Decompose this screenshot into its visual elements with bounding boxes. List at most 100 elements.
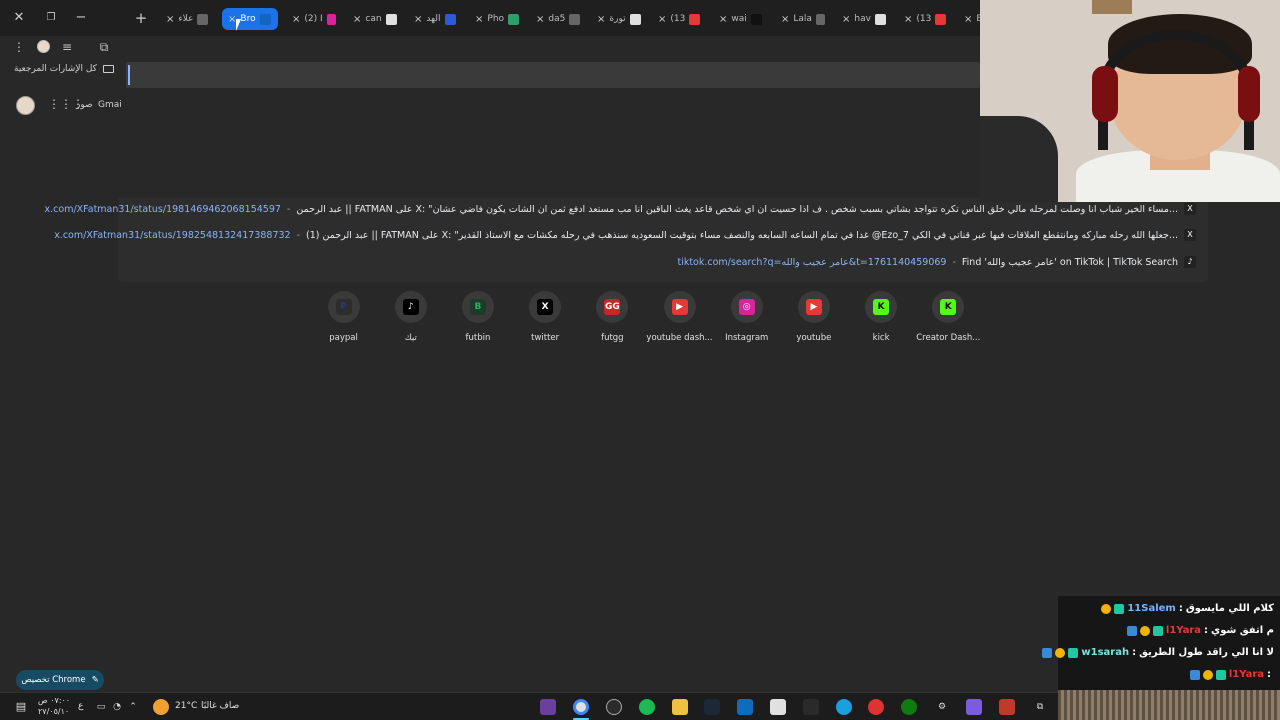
- browser-tab[interactable]: × (13: [898, 8, 954, 30]
- tab-close-icon[interactable]: ×: [904, 14, 912, 25]
- restore-window-button[interactable]: ❐: [40, 8, 62, 28]
- language-indicator[interactable]: ع: [78, 701, 83, 711]
- browser-tab[interactable]: × (2) I: [286, 8, 342, 30]
- network-icon[interactable]: ◔: [109, 699, 125, 715]
- shortcut-tile[interactable]: Xtwitter: [512, 290, 579, 343]
- clock-time[interactable]: ٠٧:٠٠ ص: [38, 696, 70, 705]
- browser-tab[interactable]: × Lala: [775, 8, 831, 30]
- app-icon[interactable]: [540, 699, 556, 715]
- images-link[interactable]: صور: [76, 100, 93, 110]
- close-window-button[interactable]: ✕: [8, 8, 30, 28]
- tab-close-icon[interactable]: ×: [597, 14, 605, 25]
- shortcut-tile[interactable]: Kkick: [848, 290, 915, 343]
- edge-icon[interactable]: [836, 699, 852, 715]
- tab-close-icon[interactable]: ×: [353, 14, 361, 25]
- profile-button[interactable]: [34, 38, 52, 56]
- chrome-taskbar-icon[interactable]: [573, 699, 589, 715]
- suggestion-title: Find 'عامر عجيب والله' on TikTok | TikTo…: [961, 256, 1178, 268]
- tab-close-icon[interactable]: ×: [719, 14, 727, 25]
- notifications-icon[interactable]: ▤: [13, 699, 29, 715]
- customize-chrome-button[interactable]: تخصيص Chrome ✎: [16, 670, 104, 690]
- favicon-icon: [508, 13, 519, 25]
- app-icon[interactable]: [868, 699, 884, 715]
- shortcut-tile[interactable]: ◎ Instagram: [713, 290, 780, 343]
- tab-close-icon[interactable]: ×: [964, 14, 972, 25]
- browser-tab[interactable]: × da5: [530, 8, 586, 30]
- tab-close-icon[interactable]: ×: [414, 14, 422, 25]
- store-icon[interactable]: [770, 699, 786, 715]
- browser-tab[interactable]: × (13: [652, 8, 708, 30]
- shortcut-tile[interactable]: K Creator Dash...: [915, 290, 982, 343]
- subscriber-badge-icon: [1215, 669, 1226, 680]
- tab-close-icon[interactable]: ×: [536, 14, 544, 25]
- copilot-icon[interactable]: [966, 699, 982, 715]
- browser-tab[interactable]: × hav: [836, 8, 892, 30]
- steam-icon[interactable]: [704, 699, 720, 715]
- new-tab-button[interactable]: +: [130, 8, 152, 28]
- file-explorer-icon[interactable]: [672, 699, 688, 715]
- shortcut-icon: X: [537, 299, 554, 315]
- shortcut-tile[interactable]: Ppaypal: [310, 290, 377, 343]
- gmail-link[interactable]: Gmai: [98, 100, 122, 110]
- xbox-icon[interactable]: [901, 699, 917, 715]
- account-avatar[interactable]: [16, 96, 35, 115]
- suggestion-item[interactable]: tiktok.com/search?q=عامر عجيب والله&t=17…: [677, 252, 1196, 272]
- headset-cup-left: [1092, 66, 1118, 122]
- app-icon[interactable]: [999, 699, 1015, 715]
- tab-close-icon[interactable]: ×: [842, 14, 850, 25]
- weather-temp[interactable]: 21°C: [175, 701, 197, 711]
- verified-badge-icon: [1126, 625, 1137, 636]
- favicon-icon: [569, 13, 580, 25]
- browser-tab[interactable]: × Bro: [222, 8, 278, 30]
- shortcut-label: paypal: [329, 333, 358, 343]
- pencil-icon: ✎: [91, 675, 99, 685]
- clock-date[interactable]: ٢٧/٠٥/١٠: [38, 707, 69, 716]
- shortcut-icon: P: [335, 299, 352, 315]
- all-bookmarks-button[interactable]: كل الإشارات المرجعية: [14, 64, 114, 74]
- weather-desc[interactable]: صاف غالبًا: [201, 701, 239, 711]
- display-icon[interactable]: ▭: [93, 699, 109, 715]
- settings-gear-icon[interactable]: ⚙: [934, 699, 950, 715]
- extensions-button[interactable]: ⧉: [95, 38, 113, 56]
- weather-icon[interactable]: [153, 699, 169, 715]
- suggestion-item[interactable]: x.com/XFatman31/status/19814694620681545…: [45, 199, 1196, 219]
- puzzle-icon: ⧉: [99, 40, 109, 54]
- text-caret: [128, 65, 130, 85]
- shortcut-tile[interactable]: ♪ تيك: [377, 290, 444, 343]
- address-bar[interactable]: [126, 62, 980, 88]
- terminal-icon[interactable]: [803, 699, 819, 715]
- chevron-up-icon[interactable]: ⌃: [125, 699, 141, 715]
- shortcut-icon-circle: K: [932, 291, 965, 323]
- browser-tab[interactable]: × تورة: [591, 8, 647, 30]
- chat-text: لا انا الي راقد طول الطريق: [1139, 647, 1274, 658]
- mouse-cursor: [236, 19, 246, 31]
- outlook-icon[interactable]: [737, 699, 753, 715]
- browser-tab[interactable]: × wai: [713, 8, 769, 30]
- close-icon: ✕: [13, 10, 25, 25]
- minimize-window-button[interactable]: −: [70, 8, 92, 28]
- tab-search-button[interactable]: ≡: [58, 38, 76, 56]
- tab-close-icon[interactable]: ×: [292, 14, 300, 25]
- spotify-icon[interactable]: [639, 699, 655, 715]
- shortcut-tile[interactable]: Bfutbin: [444, 290, 511, 343]
- tab-close-icon[interactable]: ×: [166, 14, 174, 25]
- shortcut-tile[interactable]: ▶ youtube: [780, 290, 847, 343]
- browser-tab[interactable]: × علاء: [160, 8, 216, 30]
- tab-close-icon[interactable]: ×: [658, 14, 666, 25]
- shortcut-tile[interactable]: ▶ youtube dash...: [646, 290, 713, 343]
- tab-close-icon[interactable]: ×: [781, 14, 789, 25]
- menu-button[interactable]: ⋮: [10, 38, 28, 56]
- tab-close-icon[interactable]: ×: [475, 14, 483, 25]
- browser-tab[interactable]: × Pho: [469, 8, 525, 30]
- subscriber-badge-icon: [1114, 603, 1125, 614]
- shortcut-tile[interactable]: GG futgg: [579, 290, 646, 343]
- shortcut-icon-circle: ▶: [797, 291, 830, 323]
- chat-colon: :: [1204, 625, 1209, 636]
- tab-title: can: [365, 14, 382, 24]
- obs-icon[interactable]: [606, 699, 622, 715]
- suggestion-separator: -: [952, 256, 956, 268]
- browser-tab[interactable]: × الهد: [408, 8, 464, 30]
- browser-tab[interactable]: × can: [347, 8, 403, 30]
- task-view-icon[interactable]: ⧉: [1032, 699, 1048, 715]
- suggestion-item[interactable]: x.com/XFatman31/status/19825481324173887…: [54, 225, 1196, 245]
